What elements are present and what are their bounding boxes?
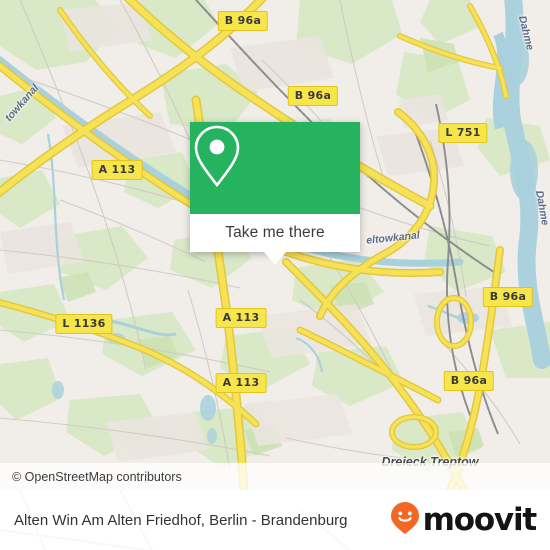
location-popup[interactable]: Take me there xyxy=(190,122,360,265)
caption-bar: Alten Win Am Alten Friedhof, Berlin - Br… xyxy=(0,490,550,550)
shield-b96a-right: B 96a xyxy=(482,287,534,307)
shield-a113-low: A 113 xyxy=(215,373,267,393)
shield-l1136: L 1136 xyxy=(55,314,113,334)
shield-l751: L 751 xyxy=(438,123,488,143)
moovit-pin-smiley-icon xyxy=(390,501,420,540)
popup-header xyxy=(190,122,360,214)
shield-b96a-lower: B 96a xyxy=(443,371,495,391)
shield-a113-mid: A 113 xyxy=(215,308,267,328)
page-title: Alten Win Am Alten Friedhof, Berlin - Br… xyxy=(14,511,348,529)
map-canvas[interactable]: B 96a B 96a L 751 A 113 B 96a L 1136 A 113 A 11… xyxy=(0,0,550,490)
popup-tail-arrow xyxy=(264,252,286,265)
popup-footer[interactable]: Take me there xyxy=(190,214,360,252)
moovit-map-screenshot: B 96a B 96a L 751 A 113 B 96a L 1136 A 113 A 11… xyxy=(0,0,550,550)
map-attribution-bar: © OpenStreetMap contributors xyxy=(0,463,550,490)
take-me-there-button[interactable]: Take me there xyxy=(225,224,325,242)
attribution-text[interactable]: © OpenStreetMap contributors xyxy=(0,470,182,484)
shield-b96a-top: B 96a xyxy=(217,11,269,31)
moovit-brand-logo[interactable]: moovit xyxy=(390,501,538,540)
shield-b96a-upper: B 96a xyxy=(287,86,339,106)
brand-wordmark: moovit xyxy=(422,501,538,538)
shield-a113-left: A 113 xyxy=(91,160,143,180)
